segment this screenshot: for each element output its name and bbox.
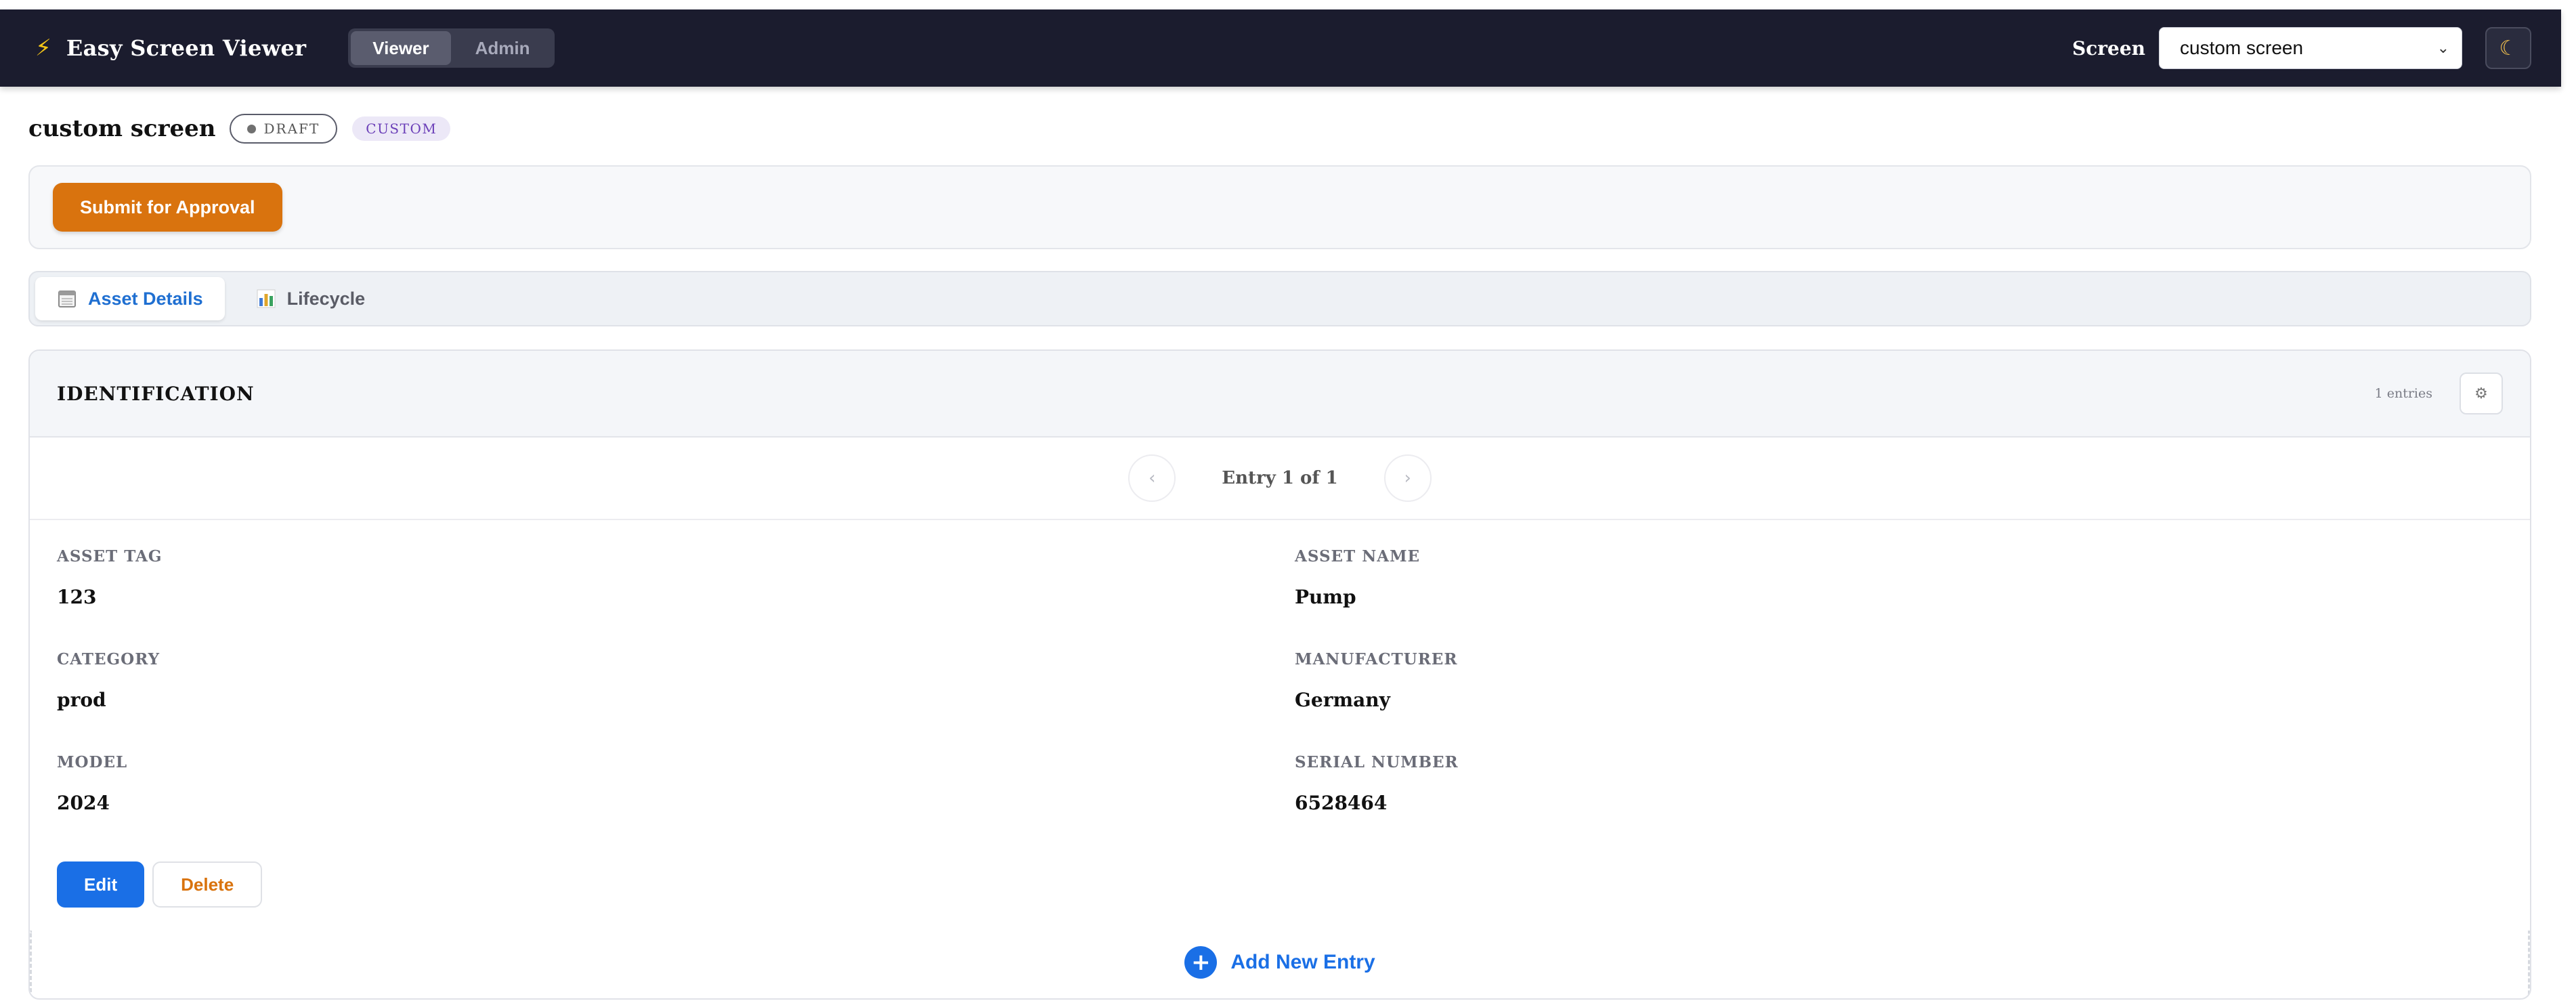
field-category: CATEGORY prod (57, 650, 160, 711)
mode-switch: Viewer Admin (348, 28, 555, 68)
chevron-down-icon: ⌄ (2437, 39, 2449, 57)
lightning-icon: ⚡ (35, 35, 51, 62)
status-badge: DRAFT (229, 114, 338, 144)
field-value: 2024 (57, 792, 110, 814)
field-label: MANUFACTURER (1295, 650, 1458, 668)
edit-button[interactable]: Edit (57, 861, 145, 908)
status-text: DRAFT (263, 121, 320, 137)
section-header: IDENTIFICATION 1 entries ⚙ (30, 351, 2530, 438)
app-title: Easy Screen Viewer (66, 35, 307, 61)
entry-actions: Edit Delete (57, 861, 263, 908)
bar-chart-icon (256, 289, 276, 309)
top-bar: ⚡ Easy Screen Viewer Viewer Admin Screen… (0, 9, 2561, 87)
brand: ⚡ Easy Screen Viewer (35, 35, 306, 62)
tab-lifecycle[interactable]: Lifecycle (234, 277, 387, 320)
tab-lifecycle-label: Lifecycle (286, 288, 366, 309)
theme-toggle-button[interactable]: ☾ (2485, 27, 2531, 69)
field-value: Pump (1295, 586, 1356, 608)
screen-select[interactable]: custom screen ⌄ (2159, 27, 2462, 69)
field-asset-name: ASSET NAME Pump (1295, 547, 1420, 608)
calendar-icon (57, 289, 77, 309)
field-label: MODEL (57, 753, 128, 771)
pager-text: Entry 1 of 1 (1222, 468, 1338, 488)
tab-asset-details[interactable]: Asset Details (35, 277, 225, 320)
submit-for-approval-button[interactable]: Submit for Approval (53, 183, 282, 232)
fields-grid: ASSET TAG 123 ASSET NAME Pump CATEGORY p… (30, 520, 2530, 866)
moon-icon: ☾ (2499, 36, 2518, 60)
field-label: SERIAL NUMBER (1295, 753, 1459, 771)
tab-asset-details-label: Asset Details (88, 288, 203, 309)
identification-section: IDENTIFICATION 1 entries ⚙ ‹ Entry 1 of … (28, 349, 2531, 1000)
page-title: custom screen (28, 115, 216, 142)
field-value: 6528464 (1295, 792, 1388, 814)
chevron-right-icon: › (1404, 468, 1411, 488)
plus-icon: + (1184, 945, 1218, 979)
screen-label: Screen (2071, 37, 2145, 60)
topbar-right: Screen custom screen ⌄ ☾ (2072, 27, 2531, 69)
add-new-entry-button[interactable]: + Add New Entry (1184, 945, 1375, 979)
field-asset-tag: ASSET TAG 123 (57, 547, 163, 608)
admin-mode-button[interactable]: Admin (454, 31, 552, 65)
field-label: ASSET TAG (57, 547, 163, 566)
field-manufacturer: MANUFACTURER Germany (1295, 650, 1457, 711)
viewer-mode-button[interactable]: Viewer (351, 31, 451, 65)
field-model: MODEL 2024 (57, 753, 127, 814)
section-settings-button[interactable]: ⚙ (2460, 372, 2503, 414)
field-value: Germany (1295, 689, 1390, 711)
add-entry-zone: + Add New Entry (30, 931, 2530, 998)
type-badge: CUSTOM (352, 116, 451, 141)
field-serial-number: SERIAL NUMBER 6528464 (1295, 753, 1459, 814)
action-card: Submit for Approval (28, 165, 2531, 249)
entries-count: 1 entries (2374, 386, 2432, 401)
chevron-left-icon: ‹ (1149, 468, 1156, 488)
field-label: ASSET NAME (1295, 547, 1421, 566)
gear-icon: ⚙ (2474, 385, 2488, 402)
add-new-entry-label: Add New Entry (1230, 950, 1375, 973)
status-dot-icon (246, 124, 256, 133)
page-header: custom screen DRAFT CUSTOM (28, 114, 451, 144)
next-entry-button[interactable]: › (1383, 454, 1432, 502)
delete-button[interactable]: Delete (152, 861, 263, 908)
entry-pager: ‹ Entry 1 of 1 › (30, 438, 2530, 520)
field-value: 123 (57, 586, 97, 608)
previous-entry-button[interactable]: ‹ (1128, 454, 1176, 502)
section-title: IDENTIFICATION (57, 382, 255, 405)
screen-select-value: custom screen (2180, 37, 2304, 58)
field-label: CATEGORY (57, 650, 160, 668)
tabs-bar: Asset Details Lifecycle (28, 271, 2531, 326)
field-value: prod (57, 689, 106, 711)
